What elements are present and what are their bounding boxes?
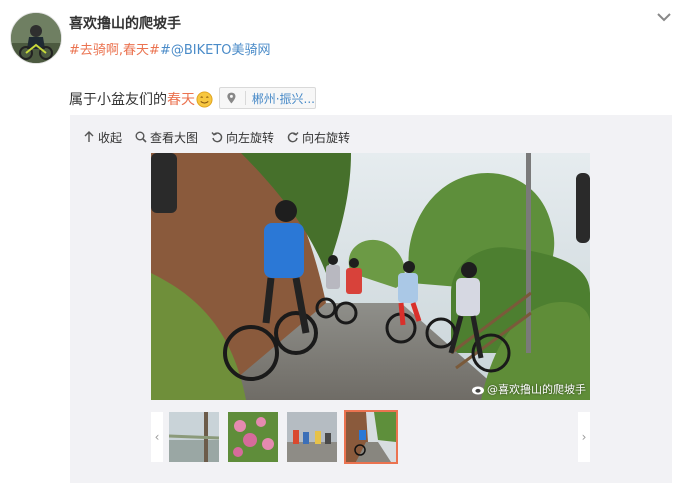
- topic-tag-spring[interactable]: #去骑啊,春天: [69, 43, 149, 58]
- rotate-left-label: 向左旋转: [226, 130, 275, 145]
- arrow-up-icon: [84, 131, 94, 142]
- location-chip[interactable]: 郴州·振兴...: [219, 87, 316, 109]
- thumbnail-strip: ‹ ›: [151, 410, 590, 464]
- thumbnail-image-group: [287, 412, 337, 462]
- search-icon: [135, 131, 147, 143]
- media-panel: 收起 查看大图 向左旋转 向右旋转 @喜欢撸山的爬坡手 ‹ ›: [70, 115, 672, 483]
- post-text: 属于小盆友们的 春天: [69, 89, 213, 109]
- collapse-label: 收起: [98, 130, 123, 145]
- avatar-image: [11, 13, 61, 63]
- weibo-icon: [472, 386, 484, 394]
- avatar[interactable]: [10, 12, 62, 64]
- author-name[interactable]: 喜欢撸山的爬坡手: [69, 13, 181, 33]
- thumbnail-2[interactable]: [228, 412, 278, 462]
- chevron-left-icon: ‹: [154, 430, 160, 444]
- topic-tag-biketo[interactable]: #@BIKETO美骑网: [160, 43, 271, 58]
- weibo-post-card: 喜欢撸山的爬坡手 #去骑啊,春天##@BIKETO美骑网 属于小盆友们的 春天 郴…: [0, 0, 680, 487]
- thumbnail-image-lake: [169, 412, 219, 462]
- collapse-button[interactable]: 收起: [83, 129, 122, 146]
- photo-kids-cycling: [151, 153, 590, 400]
- thumbnail-image-riders: [346, 412, 396, 462]
- view-large-label: 查看大图: [150, 130, 199, 145]
- rotate-right-label: 向右旋转: [302, 130, 351, 145]
- thumbnail-image-flowers: [228, 412, 278, 462]
- rotate-left-icon: [211, 132, 223, 143]
- post-text-body: 属于小盆友们的: [69, 92, 167, 108]
- rotate-right-button[interactable]: 向右旋转: [287, 129, 350, 146]
- thumbnail-1[interactable]: [169, 412, 219, 462]
- next-thumbnail-button[interactable]: ›: [578, 412, 590, 462]
- post-text-highlight: 春天: [167, 92, 195, 108]
- topic-tags: #去骑啊,春天##@BIKETO美骑网: [69, 39, 271, 58]
- emoji-smile-icon: [196, 90, 213, 108]
- rotate-right-icon: [287, 132, 299, 143]
- chevron-right-icon: ›: [581, 430, 587, 444]
- prev-thumbnail-button[interactable]: ‹: [151, 412, 163, 462]
- watermark-text: @喜欢撸山的爬坡手: [487, 383, 586, 396]
- tag-separator: #: [149, 43, 160, 58]
- chevron-down-icon[interactable]: [656, 10, 672, 24]
- main-photo[interactable]: @喜欢撸山的爬坡手: [151, 153, 590, 400]
- photo-watermark: @喜欢撸山的爬坡手: [471, 381, 586, 397]
- view-large-button[interactable]: 查看大图: [135, 129, 198, 146]
- media-toolbar: 收起 查看大图 向左旋转 向右旋转: [83, 128, 363, 146]
- chip-divider: [244, 91, 246, 105]
- location-pin-icon: [227, 92, 236, 104]
- location-label: 郴州·振兴...: [251, 91, 315, 106]
- thumbnail-4-selected[interactable]: [344, 410, 398, 464]
- rotate-left-button[interactable]: 向左旋转: [211, 129, 274, 146]
- thumbnail-3[interactable]: [287, 412, 337, 462]
